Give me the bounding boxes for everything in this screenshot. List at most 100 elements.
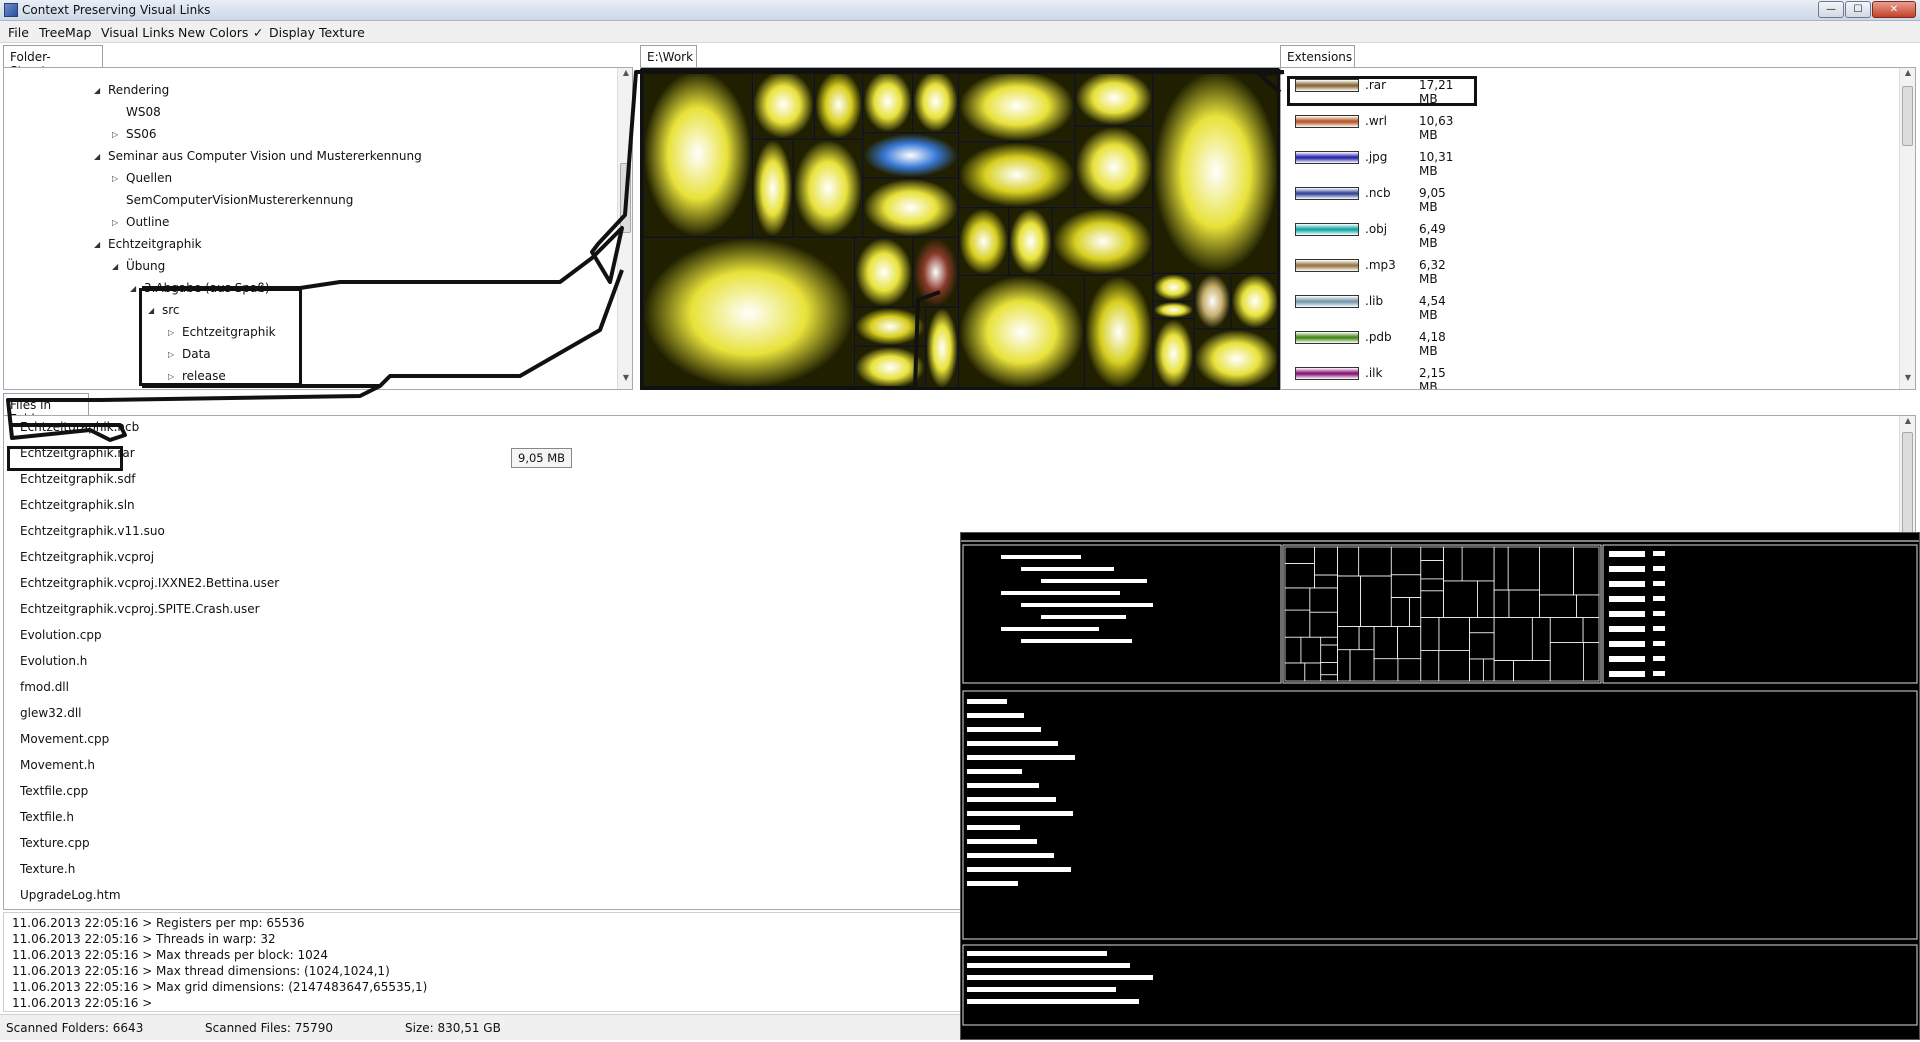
file-list-item[interactable]: Echtzeitgraphik.vcproj.IXXNE2.Bettina.us… <box>20 576 279 590</box>
extension-name: .ilk <box>1365 366 1383 380</box>
app-icon <box>4 3 18 17</box>
extension-size: 10,31 MB <box>1419 150 1454 178</box>
size-tooltip: 9,05 MB <box>511 448 573 468</box>
tree-expander-icon[interactable]: ▷ <box>112 174 118 183</box>
tree-node-label[interactable]: Übung <box>126 259 165 273</box>
log-timestamp: 11.06.2013 22:05:16 > <box>12 964 153 978</box>
extension-name: .pdb <box>1365 330 1392 344</box>
window-title: Context Preserving Visual Links <box>22 3 211 17</box>
tree-node-label[interactable]: Echtzeitgraphik <box>108 237 202 251</box>
file-list-item[interactable]: Echtzeitgraphik.sln <box>20 498 135 512</box>
highlight-selected-file <box>7 446 123 471</box>
title-bar: Context Preserving Visual Links — ☐ ✕ <box>0 0 1920 21</box>
menu-new-colors[interactable]: New Colors <box>178 25 248 40</box>
log-timestamp: 11.06.2013 22:05:16 > <box>12 948 153 962</box>
extensions-scrollbar[interactable]: ▲ ▼ <box>1899 68 1915 389</box>
extension-color-swatch <box>1295 115 1359 128</box>
extension-color-swatch <box>1295 367 1359 380</box>
extension-name: .obj <box>1365 222 1388 236</box>
extension-name: .ncb <box>1365 186 1391 200</box>
file-list-item[interactable]: Echtzeitgraphik.v11.suo <box>20 524 165 538</box>
file-list-item[interactable]: Texture.cpp <box>20 836 90 850</box>
file-list-item[interactable]: Texture.h <box>20 862 75 876</box>
extension-color-swatch <box>1295 223 1359 236</box>
log-timestamp: 11.06.2013 22:05:16 > <box>12 916 153 930</box>
file-list-item[interactable]: Echtzeitgraphik.vcproj.SPITE.Crash.user <box>20 602 260 616</box>
tree-expander-icon[interactable]: ▷ <box>112 218 118 227</box>
maximize-button[interactable]: ☐ <box>1845 1 1871 18</box>
menu-visual-links[interactable]: Visual Links <box>101 25 174 40</box>
highlight-treemap <box>640 69 1280 390</box>
tree-expander-icon[interactable]: ◢ <box>94 240 100 249</box>
tree-expander-icon[interactable]: ◢ <box>94 86 100 95</box>
folder-scrollbar[interactable]: ▲ ▼ <box>617 68 632 389</box>
extension-size: 10,63 MB <box>1419 114 1454 142</box>
file-list-item[interactable]: Echtzeitgraphik.sdf <box>20 472 136 486</box>
extension-color-swatch <box>1295 331 1359 344</box>
tree-node-label[interactable]: SS06 <box>126 127 157 141</box>
file-list-item[interactable]: Movement.cpp <box>20 732 109 746</box>
extension-color-swatch <box>1295 295 1359 308</box>
log-message: Threads in warp: 32 <box>156 932 276 946</box>
file-list-item[interactable]: glew32.dll <box>20 706 82 720</box>
tab-extensions[interactable]: Extensions <box>1280 45 1355 67</box>
file-list-item[interactable]: Evolution.h <box>20 654 87 668</box>
log-message: Max thread dimensions: (1024,1024,1) <box>156 964 390 978</box>
tree-node-label[interactable]: Outline <box>126 215 169 229</box>
status-scanned-files: Scanned Files: 75790 <box>205 1021 333 1035</box>
extension-name: .jpg <box>1365 150 1388 164</box>
menu-file[interactable]: File <box>8 25 29 40</box>
menu-display-texture[interactable]: Display Texture <box>269 25 365 40</box>
file-list-item[interactable]: Textfile.h <box>20 810 74 824</box>
log-timestamp: 11.06.2013 22:05:16 > <box>12 980 153 994</box>
extension-color-swatch <box>1295 259 1359 272</box>
log-message: Max threads per block: 1024 <box>156 948 329 962</box>
extension-size: 4,54 MB <box>1419 294 1446 322</box>
extension-size: 2,15 MB <box>1419 366 1446 390</box>
highlight-rar-extension <box>1287 76 1477 106</box>
tree-expander-icon[interactable]: ◢ <box>130 284 136 293</box>
extension-name: .lib <box>1365 294 1384 308</box>
file-list-item[interactable]: UpgradeLog.htm <box>20 888 121 902</box>
tree-node-label[interactable]: Seminar aus Computer Vision und Musterer… <box>108 149 422 163</box>
log-timestamp: 11.06.2013 22:05:16 > <box>12 996 153 1010</box>
extension-color-swatch <box>1295 187 1359 200</box>
file-list-item[interactable]: Echtzeitgraphik.vcproj <box>20 550 154 564</box>
extension-size: 6,32 MB <box>1419 258 1446 286</box>
file-list-item[interactable]: Echtzeitgraphik.ncb <box>20 420 139 434</box>
file-list-item[interactable]: Movement.h <box>20 758 95 772</box>
edge-map-image <box>961 540 1919 1026</box>
log-message: Registers per mp: 65536 <box>156 916 305 930</box>
edge-map-preview <box>960 532 1920 1040</box>
extension-size: 6,49 MB <box>1419 222 1446 250</box>
extension-name: .wrl <box>1365 114 1387 128</box>
tree-expander-icon[interactable]: ▷ <box>112 130 118 139</box>
extension-color-swatch <box>1295 151 1359 164</box>
extension-size: 4,18 MB <box>1419 330 1446 358</box>
file-list-item[interactable]: Evolution.cpp <box>20 628 102 642</box>
menu-treemap[interactable]: TreeMap <box>39 25 91 40</box>
status-size: Size: 830,51 GB <box>405 1021 501 1035</box>
status-scanned-folders: Scanned Folders: 6643 <box>6 1021 144 1035</box>
folder-structure-panel: ◢ Rendering WS08 ▷ SS06 ◢ Seminar aus Computer… <box>3 67 633 390</box>
tab-folder-structure[interactable]: Folder-Structure <box>3 45 103 78</box>
extensions-panel: .rar 17,21 MB .wrl 10,63 MB .jpg 10,31 MB .ncb… <box>1280 67 1916 390</box>
close-button[interactable]: ✕ <box>1872 1 1916 18</box>
tree-expander-icon[interactable]: ◢ <box>94 152 100 161</box>
tree-expander-icon[interactable]: ◢ <box>112 262 118 271</box>
log-message: Max grid dimensions: (2147483647,65535,1… <box>156 980 428 994</box>
extension-name: .mp3 <box>1365 258 1396 272</box>
tab-treemap-root[interactable]: E:\Work <box>640 45 697 67</box>
tree-node-label[interactable]: Rendering <box>108 83 169 97</box>
tree-node-label[interactable]: Quellen <box>126 171 172 185</box>
menu-bar: File TreeMap Visual Links New Colors ✓ D… <box>0 21 1920 43</box>
file-list-item[interactable]: Textfile.cpp <box>20 784 88 798</box>
tree-node-label[interactable]: WS08 <box>126 105 161 119</box>
tree-node-label[interactable]: SemComputerVisionMustererkennung <box>126 193 353 207</box>
display-texture-check-icon: ✓ <box>253 25 264 40</box>
file-list-item[interactable]: fmod.dll <box>20 680 69 694</box>
window-controls: — ☐ ✕ <box>1818 1 1916 18</box>
extension-size: 9,05 MB <box>1419 186 1446 214</box>
tab-files-in-folder[interactable]: Files in Folder <box>3 393 89 426</box>
minimize-button[interactable]: — <box>1818 1 1844 18</box>
